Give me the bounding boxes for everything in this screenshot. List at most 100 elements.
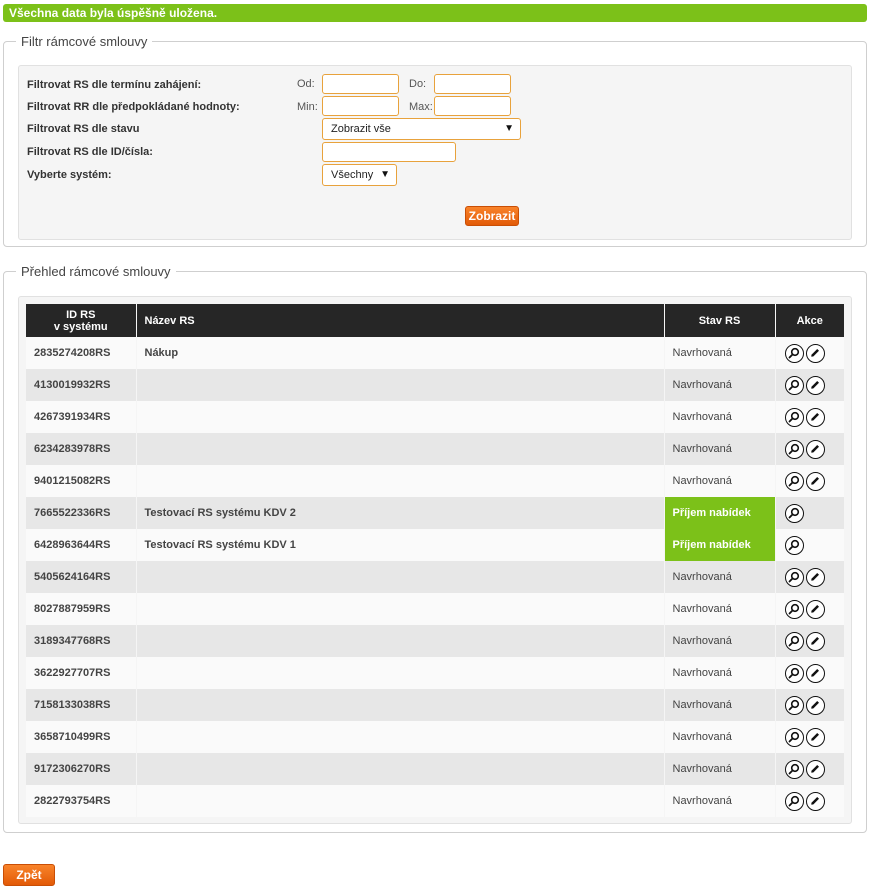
magnifier-icon[interactable]	[784, 503, 804, 523]
table-row[interactable]: 2835274208RS Nákup Navrhovaná	[26, 337, 844, 369]
row-id: 4130019932RS	[26, 369, 137, 401]
table-row[interactable]: 7158133038RS Navrhovaná	[26, 689, 844, 721]
row-name	[136, 561, 665, 593]
magnifier-icon[interactable]	[784, 791, 804, 811]
column-header-actions: Akce	[775, 304, 844, 337]
pencil-icon[interactable]	[805, 567, 825, 587]
column-header-id-line1: ID RS	[66, 308, 96, 321]
row-id: 2835274208RS	[26, 337, 137, 369]
row-name: Testovací RS systému KDV 1	[136, 529, 665, 561]
row-actions	[775, 753, 844, 785]
id-number-input[interactable]	[322, 142, 456, 162]
show-button[interactable]: Zobrazit	[465, 206, 519, 226]
row-id: 9172306270RS	[26, 753, 137, 785]
pencil-icon[interactable]	[805, 727, 825, 747]
overview-panel: Přehled rámcové smlouvy ID RS v systému …	[3, 264, 867, 833]
pencil-icon[interactable]	[805, 407, 825, 427]
table-row[interactable]: 2822793754RS Navrhovaná	[26, 785, 844, 817]
table-row[interactable]: 3658710499RS Navrhovaná	[26, 721, 844, 753]
min-value-input[interactable]	[322, 96, 399, 116]
row-actions	[775, 497, 844, 529]
pencil-icon[interactable]	[805, 791, 825, 811]
row-actions	[775, 625, 844, 657]
magnifier-icon[interactable]	[784, 727, 804, 747]
magnifier-icon[interactable]	[784, 695, 804, 715]
row-state: Navrhovaná	[664, 721, 776, 753]
table-row[interactable]: 9401215082RS Navrhovaná	[26, 465, 844, 497]
min-label: Min:	[297, 101, 318, 113]
column-header-name[interactable]: Název RS	[136, 304, 665, 337]
table-row[interactable]: 6234283978RS Navrhovaná	[26, 433, 844, 465]
start-from-input[interactable]	[322, 74, 399, 94]
table-row[interactable]: 9172306270RS Navrhovaná	[26, 753, 844, 785]
pencil-icon[interactable]	[805, 759, 825, 779]
pencil-icon[interactable]	[805, 599, 825, 619]
pencil-icon[interactable]	[805, 631, 825, 651]
table-row[interactable]: 3189347768RS Navrhovaná	[26, 625, 844, 657]
magnifier-icon[interactable]	[784, 343, 804, 363]
row-state: Navrhovaná	[664, 689, 776, 721]
row-actions	[775, 529, 844, 561]
row-name	[136, 593, 665, 625]
magnifier-icon[interactable]	[784, 375, 804, 395]
column-header-state[interactable]: Stav RS	[664, 304, 776, 337]
pencil-icon[interactable]	[805, 343, 825, 363]
row-state: Navrhovaná	[664, 593, 776, 625]
from-label: Od:	[297, 78, 315, 90]
row-id: 9401215082RS	[26, 465, 137, 497]
row-state: Navrhovaná	[664, 625, 776, 657]
table-row[interactable]: 3622927707RS Navrhovaná	[26, 657, 844, 689]
magnifier-icon[interactable]	[784, 407, 804, 427]
state-label: Filtrovat RS dle stavu	[27, 123, 140, 135]
row-name	[136, 625, 665, 657]
pencil-icon[interactable]	[805, 663, 825, 683]
row-id: 3622927707RS	[26, 657, 137, 689]
row-actions	[775, 689, 844, 721]
magnifier-icon[interactable]	[784, 759, 804, 779]
system-select[interactable]: Všechny ▼	[322, 164, 397, 186]
row-state: Navrhovaná	[664, 561, 776, 593]
magnifier-icon[interactable]	[784, 599, 804, 619]
table-row[interactable]: 5405624164RS Navrhovaná	[26, 561, 844, 593]
row-state: Navrhovaná	[664, 369, 776, 401]
pencil-icon[interactable]	[805, 695, 825, 715]
row-state: Navrhovaná	[664, 753, 776, 785]
pencil-icon[interactable]	[805, 439, 825, 459]
row-state: Navrhovaná	[664, 785, 776, 817]
row-state: Navrhovaná	[664, 657, 776, 689]
row-name	[136, 465, 665, 497]
table-row[interactable]: 8027887959RS Navrhovaná	[26, 593, 844, 625]
row-id: 6428963644RS	[26, 529, 137, 561]
column-header-id[interactable]: ID RS v systému	[26, 304, 137, 337]
pencil-icon[interactable]	[805, 471, 825, 491]
table-row[interactable]: 4130019932RS Navrhovaná	[26, 369, 844, 401]
pencil-icon[interactable]	[805, 375, 825, 395]
start-term-label: Filtrovat RS dle termínu zahájení:	[27, 79, 202, 91]
row-name: Nákup	[136, 337, 665, 369]
row-name	[136, 721, 665, 753]
start-to-input[interactable]	[434, 74, 511, 94]
magnifier-icon[interactable]	[784, 567, 804, 587]
magnifier-icon[interactable]	[784, 663, 804, 683]
table-body: 2835274208RS Nákup Navrhovaná 4130019932RS N…	[26, 337, 844, 817]
magnifier-icon[interactable]	[784, 471, 804, 491]
magnifier-icon[interactable]	[784, 439, 804, 459]
row-name: Testovací RS systému KDV 2	[136, 497, 665, 529]
overview-table-container: ID RS v systému Název RS Stav RS Akce 28…	[18, 296, 852, 824]
table-row[interactable]: 4267391934RS Navrhovaná	[26, 401, 844, 433]
row-state: Příjem nabídek	[664, 497, 776, 529]
max-label: Max:	[409, 101, 433, 113]
magnifier-icon[interactable]	[784, 535, 804, 555]
max-value-input[interactable]	[434, 96, 511, 116]
filter-panel: Filtr rámcové smlouvy Filtrovat RS dle t…	[3, 34, 867, 247]
magnifier-icon[interactable]	[784, 631, 804, 651]
table-row[interactable]: 6428963644RS Testovací RS systému KDV 1 Př…	[26, 529, 844, 561]
row-name	[136, 433, 665, 465]
triangle-down-icon: ▼	[504, 123, 514, 134]
state-select[interactable]: Zobrazit vše ▼	[322, 118, 521, 140]
row-actions	[775, 561, 844, 593]
back-button[interactable]: Zpět	[3, 864, 55, 886]
row-actions	[775, 657, 844, 689]
table-row[interactable]: 7665522336RS Testovací RS systému KDV 2 Př…	[26, 497, 844, 529]
row-id: 3189347768RS	[26, 625, 137, 657]
